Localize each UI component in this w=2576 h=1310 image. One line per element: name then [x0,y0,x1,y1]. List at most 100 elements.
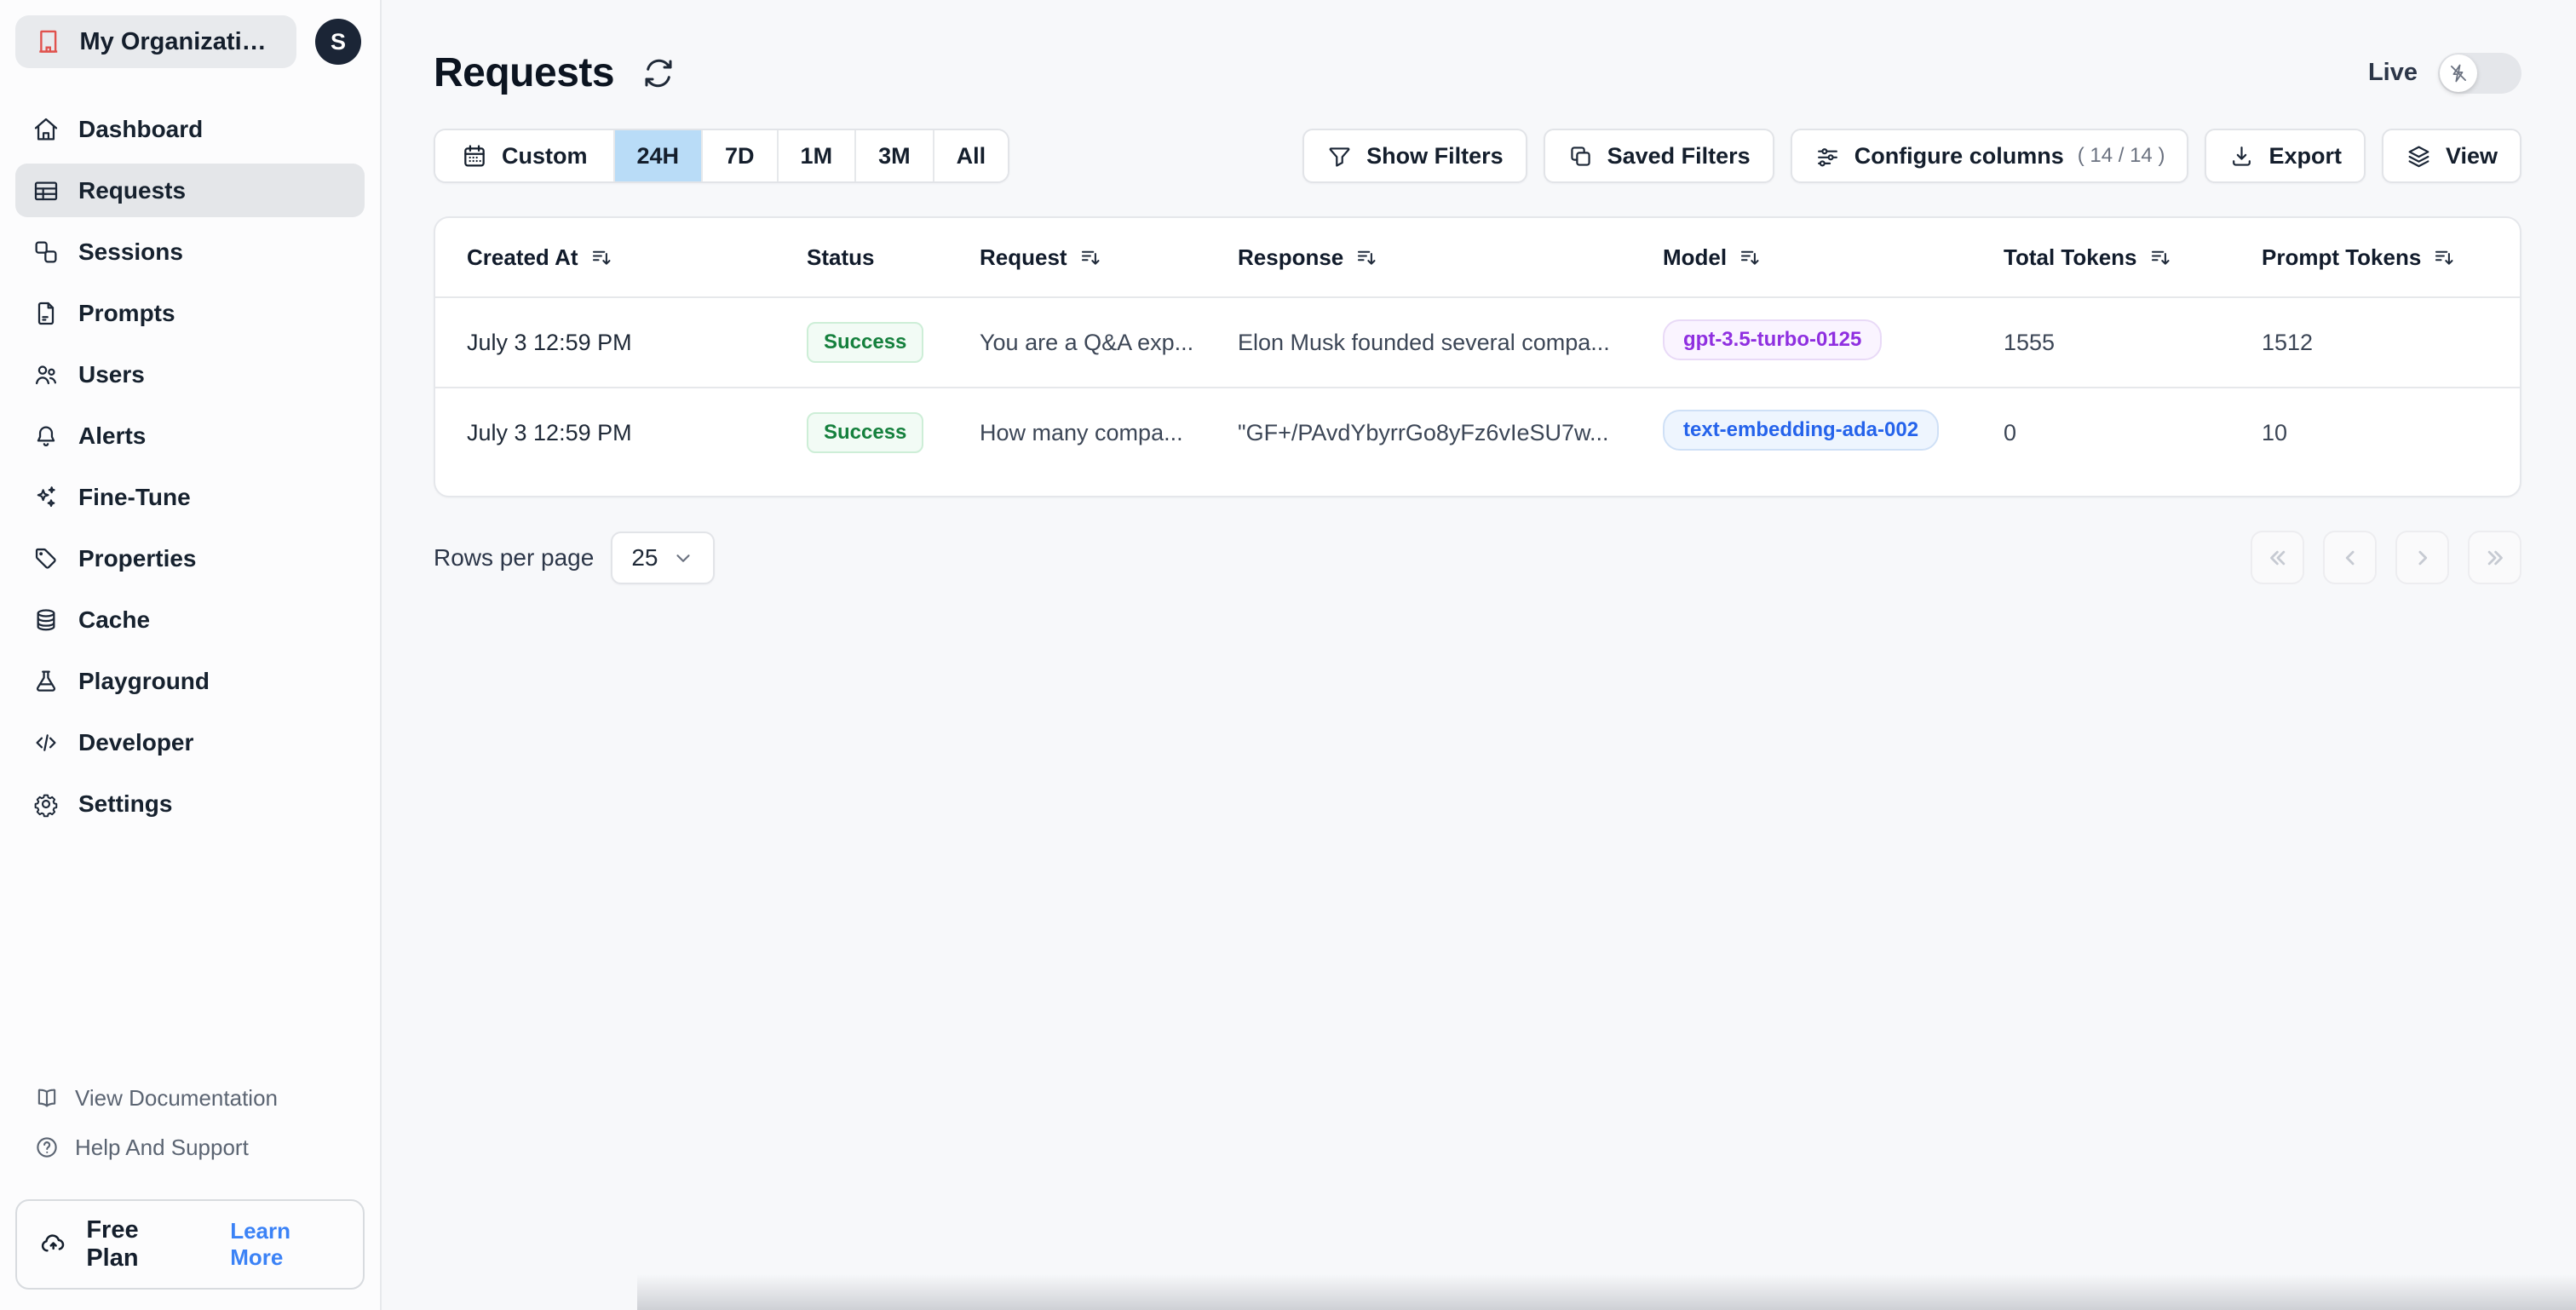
model-badge[interactable]: text-embedding-ada-002 [1663,409,1940,451]
code-icon [32,729,60,756]
tag-icon [32,545,60,572]
foot-link-label: Help And Support [75,1134,249,1160]
building-icon [34,27,62,56]
page-title: Requests [434,50,615,95]
cloud-upload-icon [39,1229,67,1260]
column-header-total-tokens[interactable]: Total Tokens [2004,244,2262,271]
status-badge: Success [807,322,924,363]
stacked-squares-icon [32,238,60,266]
column-label: Response [1238,244,1344,270]
cell-total-tokens: 1555 [2004,329,2056,355]
table-icon [32,177,60,204]
gear-icon [32,790,60,818]
sidebar-nav: Dashboard Requests Sessions Prompts User… [15,102,365,838]
plan-card[interactable]: Free Plan Learn More [15,1199,365,1290]
cell-total-tokens: 0 [2004,419,2017,445]
home-icon [32,116,60,143]
sidebar-item-fine-tune[interactable]: Fine-Tune [15,470,365,524]
table-row[interactable]: July 3 12:59 PM Success You are a Q&A ex… [435,296,2520,387]
time-range-7d[interactable]: 7D [701,130,777,181]
time-range-24h[interactable]: 24H [612,130,702,181]
foot-link-label: View Documentation [75,1084,278,1111]
sidebar-item-sessions[interactable]: Sessions [15,225,365,279]
configure-columns-button[interactable]: Configure columns ( 14 / 14 ) [1790,129,2189,183]
chevron-down-icon [672,547,694,569]
column-label: Model [1663,244,1728,270]
live-toggle-knob [2440,54,2477,92]
sort-icon[interactable] [2433,246,2456,269]
sidebar-item-users[interactable]: Users [15,348,365,401]
time-range-1m[interactable]: 1M [776,130,855,181]
column-header-request[interactable]: Request [980,244,1238,271]
column-label: Prompt Tokens [2262,244,2422,270]
chevrons-right-icon [2482,545,2508,571]
toolbar: Custom 24H 7D 1M 3M All Show Filters Sav… [434,129,2521,183]
view-documentation-link[interactable]: View Documentation [15,1073,365,1123]
column-label: Created At [467,244,578,270]
cell-prompt-tokens: 1512 [2262,329,2314,355]
rows-per-page-select[interactable]: 25 [611,531,715,584]
export-label: Export [2268,142,2342,169]
sidebar-item-label: Sessions [78,238,183,265]
column-label: Status [807,244,875,270]
cell-response: Elon Musk founded several compa... [1238,329,1610,355]
org-switcher[interactable]: My Organizatio... [15,15,296,68]
sidebar-item-label: Properties [78,544,197,572]
sidebar-item-alerts[interactable]: Alerts [15,409,365,463]
help-support-link[interactable]: Help And Support [15,1123,365,1172]
avatar[interactable]: S [315,19,361,65]
next-page-button[interactable] [2395,531,2449,584]
sort-icon[interactable] [1079,246,1102,269]
org-row: My Organizatio... S [15,15,365,68]
column-header-response[interactable]: Response [1238,244,1663,271]
time-range-3m[interactable]: 3M [854,130,933,181]
sidebar-item-requests[interactable]: Requests [15,164,365,217]
column-header-created-at[interactable]: Created At [435,244,807,271]
sidebar-item-properties[interactable]: Properties [15,531,365,585]
sidebar-item-settings[interactable]: Settings [15,777,365,830]
previous-page-button[interactable] [2323,531,2377,584]
sort-icon[interactable] [590,246,613,269]
last-page-button[interactable] [2468,531,2521,584]
cell-created-at: July 3 12:59 PM [467,419,632,445]
live-toggle[interactable] [2438,52,2521,94]
plan-name: Free Plan [86,1216,139,1272]
sidebar-item-developer[interactable]: Developer [15,715,365,769]
bolt-slash-icon [2447,62,2470,84]
view-button[interactable]: View [2381,129,2521,183]
bell-icon [32,422,60,450]
sidebar-item-cache[interactable]: Cache [15,593,365,646]
export-button[interactable]: Export [2205,129,2366,183]
cell-request: You are a Q&A exp... [980,329,1194,355]
pagination-bar: Rows per page 25 [434,531,2521,584]
table-header-row: Created At Status Request Response Model… [435,218,2520,296]
saved-filters-button[interactable]: Saved Filters [1543,129,1774,183]
sort-icon[interactable] [2149,246,2172,269]
sliders-icon [1814,143,1841,169]
first-page-button[interactable] [2251,531,2304,584]
time-range-custom[interactable]: Custom [435,130,613,181]
chevron-left-icon [2337,545,2363,571]
status-badge: Success [807,412,924,453]
document-icon [32,300,60,327]
sort-icon[interactable] [1739,246,1762,269]
table-row[interactable]: July 3 12:59 PM Success How many compa..… [435,387,2520,477]
time-range-all[interactable]: All [932,130,1009,181]
show-filters-button[interactable]: Show Filters [1302,129,1527,183]
sidebar-item-dashboard[interactable]: Dashboard [15,102,365,156]
cell-model: gpt-3.5-turbo-0125 [1663,319,2004,366]
sidebar-item-playground[interactable]: Playground [15,654,365,708]
column-header-model[interactable]: Model [1663,244,2004,271]
cell-response: "GF+/PAvdYbyrrGo8yFz6vIeSU7w... [1238,419,1609,445]
column-label: Total Tokens [2004,244,2137,270]
plan-learn-more-link[interactable]: Learn More [230,1218,341,1271]
rows-per-page-label: Rows per page [434,543,595,571]
sort-icon[interactable] [1355,246,1378,269]
column-header-status[interactable]: Status [807,244,980,271]
sidebar-item-prompts[interactable]: Prompts [15,286,365,340]
refresh-icon[interactable] [641,56,676,90]
model-badge[interactable]: gpt-3.5-turbo-0125 [1663,319,1883,360]
column-header-prompt-tokens[interactable]: Prompt Tokens [2262,244,2520,271]
sidebar-footer: View Documentation Help And Support Free… [15,1073,365,1290]
sidebar-item-label: Developer [78,728,194,756]
